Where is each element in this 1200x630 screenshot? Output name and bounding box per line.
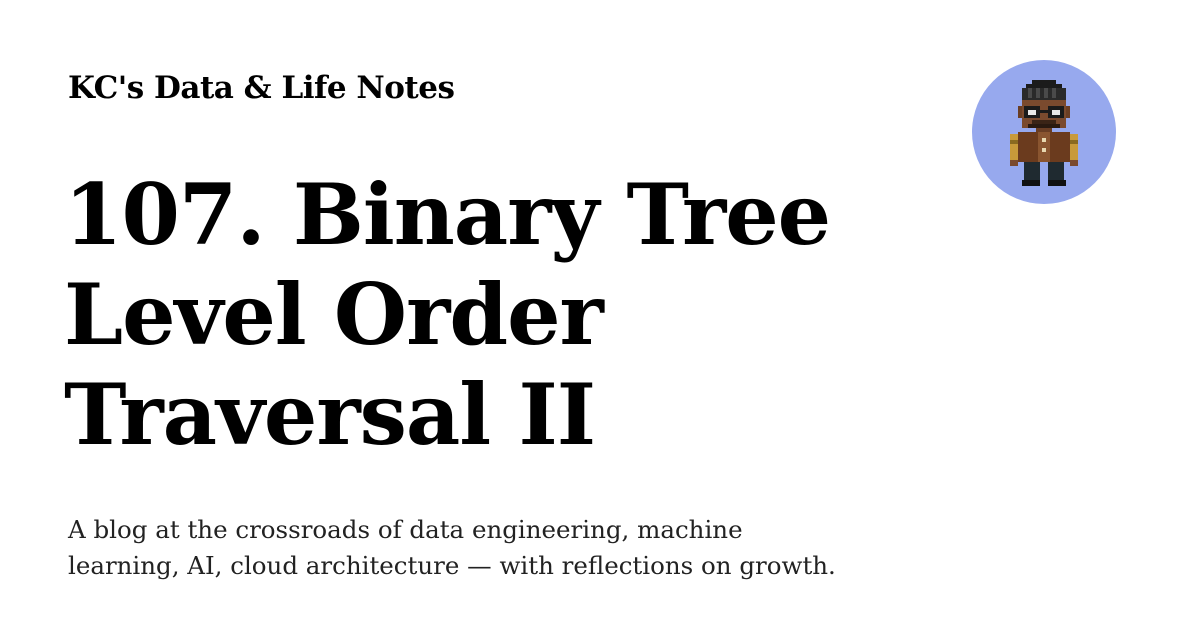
post-title: 107. Binary Tree Level Order Traversal I… (64, 165, 924, 465)
site-description: A blog at the crossroads of data enginee… (68, 512, 888, 584)
post-title-line-1: 107. Binary Tree (64, 165, 831, 264)
author-avatar (972, 60, 1116, 204)
post-title-line-3: Traversal II (64, 365, 596, 464)
post-title-line-2: Level Order (64, 265, 604, 364)
site-title[interactable]: KC's Data & Life Notes (68, 68, 455, 108)
description-line-2: learning, AI, cloud architecture — with … (68, 551, 836, 580)
description-line-1: A blog at the crossroads of data enginee… (68, 515, 743, 544)
pixel-art-character-icon (1010, 80, 1078, 186)
